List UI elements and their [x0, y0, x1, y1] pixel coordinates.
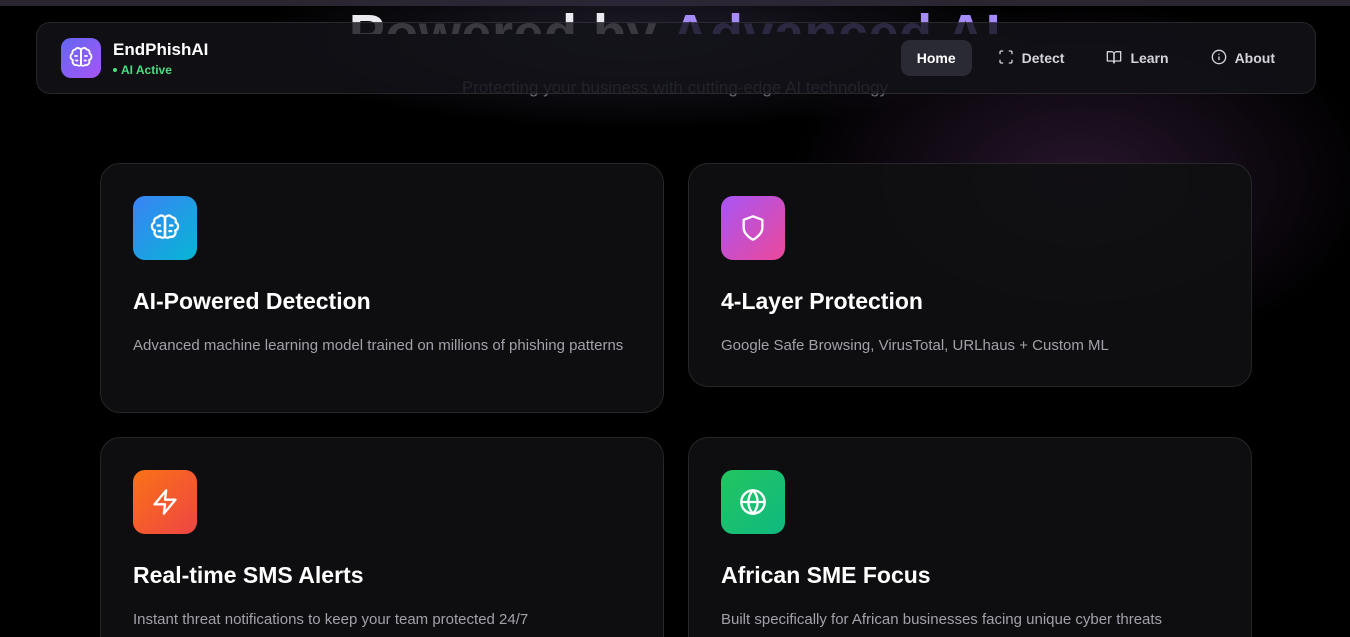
navbar: EndPhishAI AI Active Home Detect Learn A… — [36, 22, 1316, 94]
feature-description: Instant threat notifications to keep you… — [133, 611, 529, 628]
info-icon — [1211, 49, 1227, 68]
brain-icon — [133, 196, 197, 260]
status-dot-icon — [113, 67, 117, 72]
feature-title: AI-Powered Detection — [133, 288, 371, 314]
scan-icon — [998, 49, 1014, 68]
brand[interactable]: EndPhishAI AI Active — [61, 38, 208, 78]
ai-status-label: AI Active — [121, 62, 172, 77]
feature-card-ai-detection: AI-Powered Detection Advanced machine le… — [100, 163, 664, 413]
feature-card-sms-alerts: Real-time SMS Alerts Instant threat noti… — [100, 437, 664, 637]
feature-description: Advanced machine learning model trained … — [133, 337, 624, 354]
brain-icon — [61, 38, 101, 78]
nav-learn[interactable]: Learn — [1090, 40, 1184, 76]
nav-learn-label: Learn — [1130, 50, 1169, 66]
brand-name: EndPhishAI — [113, 39, 209, 59]
feature-title: Real-time SMS Alerts — [133, 562, 364, 588]
feature-title: 4-Layer Protection — [721, 288, 923, 314]
zap-icon — [133, 470, 197, 534]
nav-detect[interactable]: Detect — [982, 40, 1081, 76]
nav-detect-label: Detect — [1021, 50, 1065, 66]
feature-description: Google Safe Browsing, VirusTotal, URLhau… — [721, 337, 1109, 354]
book-icon — [1106, 49, 1122, 68]
globe-icon — [721, 470, 785, 534]
nav-home-label: Home — [916, 50, 956, 66]
nav-about-label: About — [1234, 50, 1275, 66]
ai-status: AI Active — [113, 63, 208, 77]
feature-description: Built specifically for African businesse… — [721, 611, 1163, 628]
brand-text: EndPhishAI AI Active — [113, 40, 208, 77]
feature-cards: AI-Powered Detection Advanced machine le… — [100, 163, 1252, 637]
feature-card-african-sme: African SME Focus Built specifically for… — [688, 437, 1252, 637]
nav-home[interactable]: Home — [900, 40, 972, 76]
feature-card-protection: 4-Layer Protection Google Safe Browsing,… — [688, 163, 1252, 387]
feature-title: African SME Focus — [721, 562, 931, 588]
main-nav: Home Detect Learn About — [900, 40, 1291, 76]
nav-about[interactable]: About — [1195, 40, 1291, 76]
shield-icon — [721, 196, 785, 260]
